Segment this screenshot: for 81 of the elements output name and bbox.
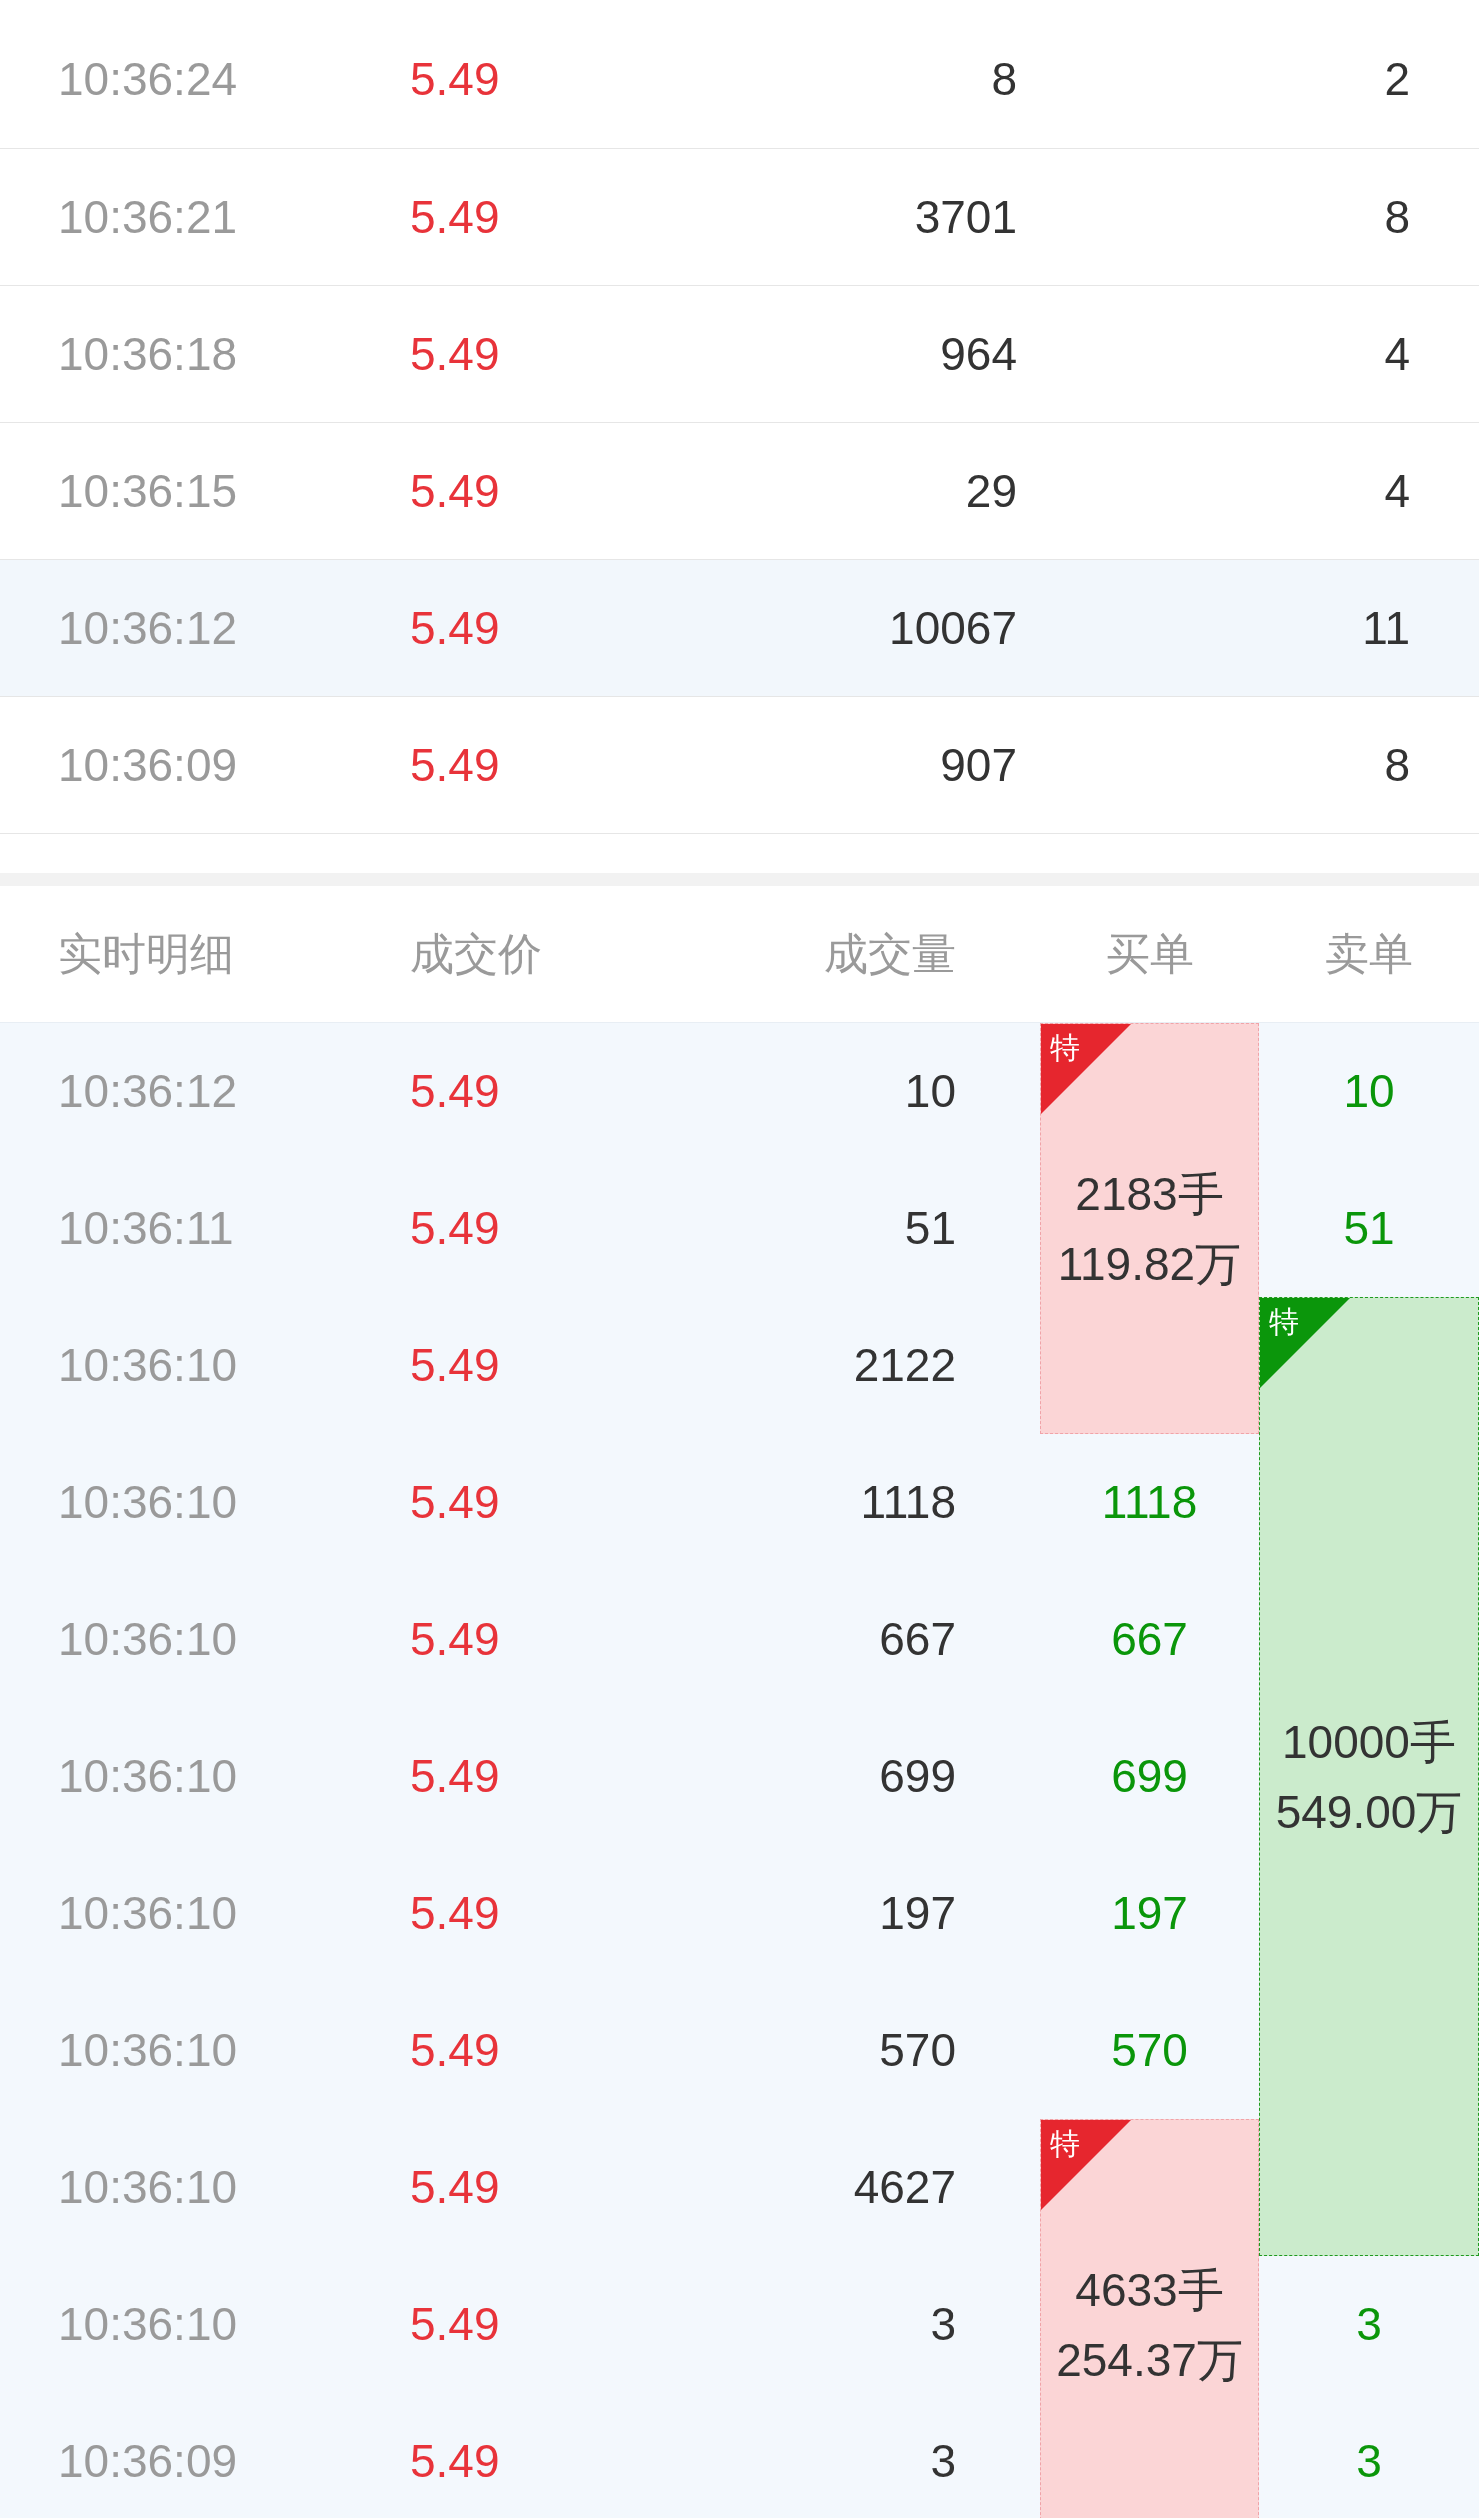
detail-time: 10:36:12	[58, 1064, 238, 1119]
order-volume: 1118	[1101, 1475, 1198, 1530]
special-tag: 特	[1041, 1024, 1131, 1114]
detail-time: 10:36:10	[58, 1612, 238, 1667]
trade-time: 10:36:12	[58, 601, 238, 654]
trade-price: 5.49	[410, 601, 500, 654]
column-header: 实时明细	[57, 928, 235, 980]
block-lots: 10000手	[1282, 1714, 1456, 1770]
detail-volume: 3	[930, 2434, 956, 2489]
trade-count: 4	[1384, 327, 1410, 380]
order-volume: 699	[1111, 1749, 1188, 1804]
column-header: 卖单	[1325, 928, 1413, 980]
detail-price: 5.49	[410, 2434, 500, 2489]
trade-volume: 8	[991, 53, 1017, 105]
trade-count: 2	[1384, 53, 1410, 105]
trade-count: 8	[1384, 190, 1410, 243]
trade-time: 10:36:18	[58, 327, 238, 380]
detail-price: 5.49	[410, 2297, 500, 2352]
detail-time: 10:36:10	[58, 2160, 238, 2215]
detail-time: 10:36:10	[58, 1475, 238, 1530]
detail-time: 10:36:10	[58, 1338, 238, 1393]
detail-time: 10:36:11	[58, 1201, 234, 1256]
detail-time: 10:36:10	[58, 1749, 238, 1804]
order-volume: 51	[1343, 1201, 1395, 1256]
detail-volume: 699	[879, 1749, 956, 1804]
trade-volume: 3701	[914, 190, 1017, 243]
trade-count: 11	[1362, 601, 1410, 654]
detail-price: 5.49	[410, 2023, 500, 2078]
detail-time: 10:36:10	[58, 2023, 238, 2078]
trade-count: 8	[1384, 738, 1410, 791]
detail-time: 10:36:10	[58, 2297, 238, 2352]
block-amount: 119.82万	[1057, 1236, 1242, 1292]
trade-volume: 964	[940, 327, 1017, 380]
trade-count: 4	[1384, 464, 1410, 517]
trade-price: 5.49	[410, 53, 500, 105]
column-header: 成交量	[824, 928, 956, 980]
detail-price: 5.49	[410, 1749, 500, 1804]
detail-volume: 3	[930, 2297, 956, 2352]
trade-volume: 907	[940, 738, 1017, 791]
detail-volume: 667	[879, 1612, 956, 1667]
trade-row[interactable]: 10:36:12 5.49 10067 11	[0, 559, 1479, 696]
detail-price: 5.49	[410, 1612, 500, 1667]
trade-price: 5.49	[410, 738, 500, 791]
order-volume: 667	[1111, 1612, 1188, 1667]
detail-volume: 1118	[860, 1475, 956, 1530]
order-volume: 10	[1343, 1064, 1395, 1119]
trade-volume: 10067	[889, 601, 1017, 654]
detail-volume: 51	[904, 1201, 956, 1256]
detail-price: 5.49	[410, 1475, 500, 1530]
detail-volume: 4627	[853, 2160, 956, 2215]
trade-price: 5.49	[410, 190, 500, 243]
block-lots: 2183手	[1075, 1166, 1224, 1222]
column-header: 成交价	[410, 928, 543, 980]
trade-time: 10:36:24	[58, 53, 238, 105]
trade-price: 5.49	[410, 464, 500, 517]
column-header: 买单	[1105, 928, 1194, 980]
detail-price: 5.49	[410, 2160, 500, 2215]
detail-price: 5.49	[410, 1064, 500, 1119]
block-lots: 4633手	[1075, 2262, 1224, 2318]
detail-volume: 2122	[853, 1338, 956, 1393]
detail-time: 10:36:09	[58, 2434, 238, 2489]
detail-time: 10:36:10	[58, 1886, 238, 1941]
detail-price: 5.49	[410, 1338, 500, 1393]
trade-time: 10:36:15	[58, 464, 238, 517]
detail-volume: 570	[879, 2023, 956, 2078]
order-volume: 3	[1356, 2297, 1382, 2352]
block-amount: 254.37万	[1056, 2332, 1243, 2388]
trade-time: 10:36:21	[58, 190, 238, 243]
special-tag: 特	[1260, 1298, 1350, 1388]
trade-volume: 29	[965, 464, 1017, 517]
order-volume: 3	[1356, 2434, 1382, 2489]
block-amount: 549.00万	[1275, 1784, 1463, 1840]
trade-time: 10:36:09	[58, 738, 238, 791]
special-tag: 特	[1041, 2120, 1131, 2210]
detail-volume: 197	[879, 1886, 956, 1941]
detail-volume: 10	[904, 1064, 956, 1119]
detail-price: 5.49	[410, 1886, 500, 1941]
trade-price: 5.49	[410, 327, 500, 380]
detail-price: 5.49	[410, 1201, 500, 1256]
order-volume: 570	[1111, 2023, 1188, 2078]
order-volume: 197	[1111, 1886, 1188, 1941]
